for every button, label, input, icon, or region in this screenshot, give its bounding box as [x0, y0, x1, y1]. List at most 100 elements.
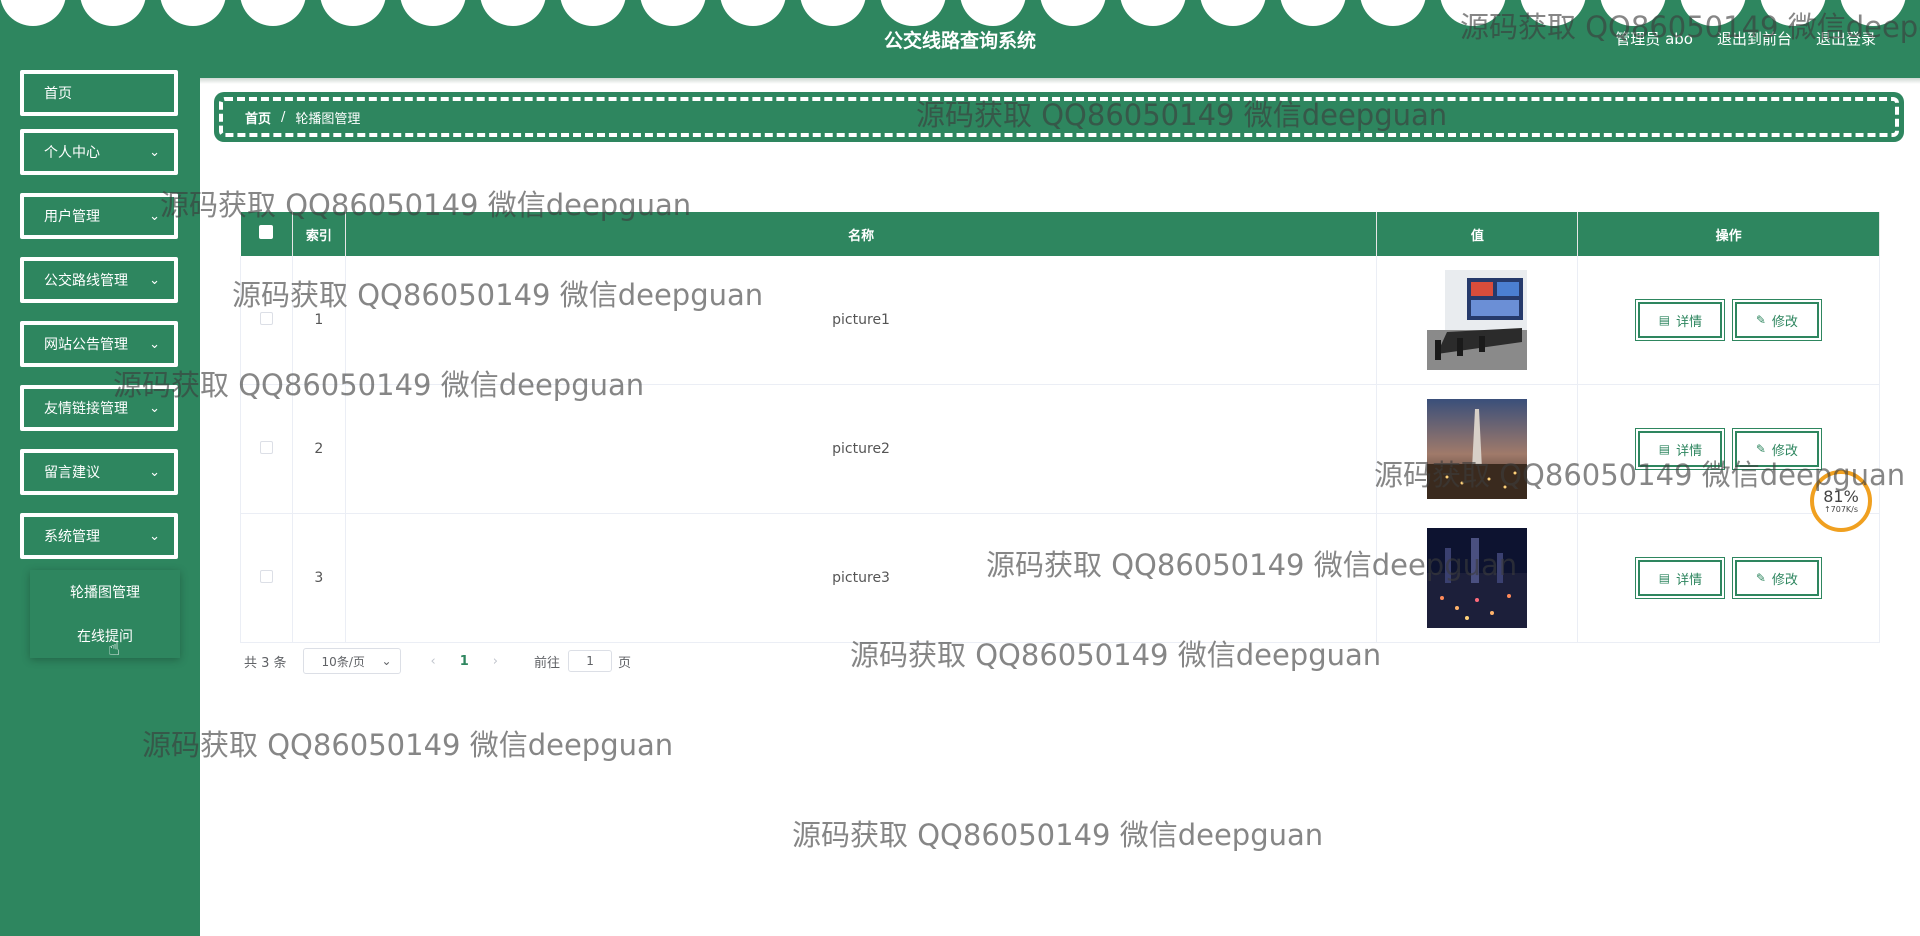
sidebar-item-friend-link-management[interactable]: 友情链接管理 ⌄: [20, 385, 178, 431]
sidebar-item-user-management[interactable]: 用户管理 ⌄: [20, 193, 178, 239]
chevron-down-icon: ⌄: [149, 529, 160, 544]
document-icon: ▤: [1658, 442, 1671, 456]
top-header: 公交线路查询系统 管理员 abo 退出到前台 退出登录: [0, 0, 1920, 78]
row-name: picture3: [345, 513, 1378, 643]
detail-button[interactable]: ▤ 详情: [1635, 557, 1726, 599]
column-index: 索引: [292, 212, 346, 256]
sidebar: 首页 个人中心 ⌄ 用户管理 ⌄ 公交路线管理 ⌄ 网站公告管理 ⌄ 友情链接管…: [0, 70, 200, 936]
sidebar-item-label: 公交路线管理: [44, 273, 128, 289]
conference-room-thumbnail: [1427, 270, 1528, 370]
logout-link[interactable]: 退出登录: [1816, 28, 1876, 49]
sidebar-item-label: 留言建议: [44, 465, 100, 481]
edit-label: 修改: [1771, 443, 1798, 459]
sidebar-item-announcement-management[interactable]: 网站公告管理 ⌄: [20, 321, 178, 367]
row-index: 2: [292, 384, 346, 514]
document-icon: ▤: [1658, 313, 1671, 327]
speed-percent: 81%: [1823, 486, 1859, 506]
chevron-down-icon: ⌄: [149, 401, 160, 416]
pencil-icon: ✎: [1755, 442, 1766, 456]
edit-button[interactable]: ✎ 修改: [1731, 428, 1822, 470]
submenu-item-online-question[interactable]: 在线提问: [30, 614, 180, 658]
row-actions: ▤ 详情 ✎ 修改: [1577, 256, 1880, 385]
detail-button[interactable]: ▤ 详情: [1635, 299, 1726, 341]
breadcrumb-home[interactable]: 首页: [245, 108, 271, 127]
network-speed-widget[interactable]: 81% ↑707K/s: [1810, 470, 1872, 532]
column-name: 名称: [345, 212, 1378, 256]
pencil-icon: ✎: [1755, 571, 1766, 585]
column-actions: 操作: [1577, 212, 1880, 256]
table-header-row: 索引 名称 值 操作: [240, 212, 1880, 256]
row-select-cell[interactable]: [239, 256, 294, 385]
sidebar-item-feedback[interactable]: 留言建议 ⌄: [20, 449, 178, 495]
table-row: 3 picture3 ▤ 详情 ✎ 修改: [239, 513, 1880, 643]
goto-suffix: 页: [618, 655, 632, 671]
sidebar-item-bus-route-management[interactable]: 公交路线管理 ⌄: [20, 257, 178, 303]
breadcrumb-current: 轮播图管理: [295, 111, 361, 127]
watermark-text: 源码获取 QQ86050149 微信deepguan: [792, 818, 1324, 852]
sidebar-item-label: 首页: [44, 86, 72, 102]
row-value-cell: [1376, 513, 1579, 643]
page-size-value: 10条/页: [321, 654, 365, 669]
prev-page-button[interactable]: ‹: [431, 654, 436, 669]
row-name: picture2: [345, 384, 1378, 514]
select-all-header[interactable]: [240, 212, 294, 256]
header-shadow: [0, 78, 1920, 84]
page-number-current[interactable]: 1: [460, 654, 469, 669]
edit-label: 修改: [1771, 572, 1798, 588]
column-value: 值: [1376, 212, 1579, 256]
row-select-cell[interactable]: [239, 513, 294, 643]
chevron-down-icon: ⌄: [149, 209, 160, 224]
detail-label: 详情: [1676, 314, 1703, 330]
chevron-down-icon: ⌄: [149, 465, 160, 480]
watermark-text: 源码获取 QQ86050149 微信deepguan: [142, 728, 674, 762]
page-size-select[interactable]: 10条/页 ⌄: [302, 648, 401, 674]
row-checkbox[interactable]: [260, 440, 274, 454]
night-city-thumbnail: [1427, 528, 1528, 628]
table-row: 1 picture1 ▤ 详情 ✎ 修改: [239, 256, 1880, 385]
sidebar-item-label: 系统管理: [44, 529, 100, 545]
next-page-button[interactable]: ›: [493, 654, 498, 669]
chevron-down-icon: ⌄: [149, 337, 160, 352]
breadcrumb-inner: 首页 / 轮播图管理: [219, 97, 1899, 137]
submenu-item-carousel-management[interactable]: 轮播图管理: [30, 570, 180, 614]
sidebar-item-label: 个人中心: [44, 145, 100, 161]
goto-page-input[interactable]: [568, 650, 613, 672]
pencil-icon: ✎: [1755, 313, 1766, 327]
sidebar-item-home[interactable]: 首页: [20, 70, 178, 116]
row-select-cell[interactable]: [239, 384, 294, 514]
hand-cursor-icon: ☝: [108, 636, 121, 660]
table-row: 2 picture2 ▤ 详情 ✎ 修改: [239, 384, 1880, 514]
chevron-down-icon: ⌄: [149, 273, 160, 288]
breadcrumb: 首页 / 轮播图管理: [214, 92, 1904, 142]
pagination: 共 3 条 10条/页 ⌄ ‹ 1 › 前往 页: [244, 648, 631, 674]
row-name: picture1: [345, 256, 1378, 385]
detail-label: 详情: [1676, 443, 1703, 459]
edit-label: 修改: [1771, 314, 1798, 330]
sidebar-item-label: 网站公告管理: [44, 337, 128, 353]
row-value-cell: [1376, 384, 1579, 514]
sidebar-item-personal-center[interactable]: 个人中心 ⌄: [20, 129, 178, 175]
edit-button[interactable]: ✎ 修改: [1731, 299, 1822, 341]
select-all-checkbox[interactable]: [259, 225, 274, 239]
row-index: 1: [292, 256, 346, 385]
row-checkbox[interactable]: [260, 311, 274, 325]
breadcrumb-separator: /: [281, 109, 286, 125]
sidebar-item-label: 友情链接管理: [44, 401, 128, 417]
system-submenu: 轮播图管理 在线提问: [30, 570, 180, 658]
sidebar-item-system-management[interactable]: 系统管理 ⌄: [20, 513, 178, 559]
header-actions: 管理员 abo 退出到前台 退出登录: [1615, 28, 1876, 49]
goto-label: 前往: [534, 655, 561, 671]
row-index: 3: [292, 513, 346, 643]
chevron-down-icon: ⌄: [381, 654, 392, 668]
city-tower-thumbnail: [1427, 399, 1528, 499]
admin-username: 管理员 abo: [1615, 30, 1693, 48]
edit-button[interactable]: ✎ 修改: [1731, 557, 1822, 599]
speed-rate: ↑707K/s: [1823, 504, 1859, 514]
row-checkbox[interactable]: [260, 569, 274, 583]
detail-button[interactable]: ▤ 详情: [1635, 428, 1726, 470]
carousel-table: 索引 名称 值 操作 1 picture1 ▤ 详情 ✎ 修改 2 pictur…: [239, 212, 1880, 643]
sidebar-item-label: 用户管理: [44, 209, 100, 225]
row-actions: ▤ 详情 ✎ 修改: [1577, 513, 1880, 643]
back-to-front-link[interactable]: 退出到前台: [1717, 28, 1792, 49]
detail-label: 详情: [1676, 572, 1703, 588]
